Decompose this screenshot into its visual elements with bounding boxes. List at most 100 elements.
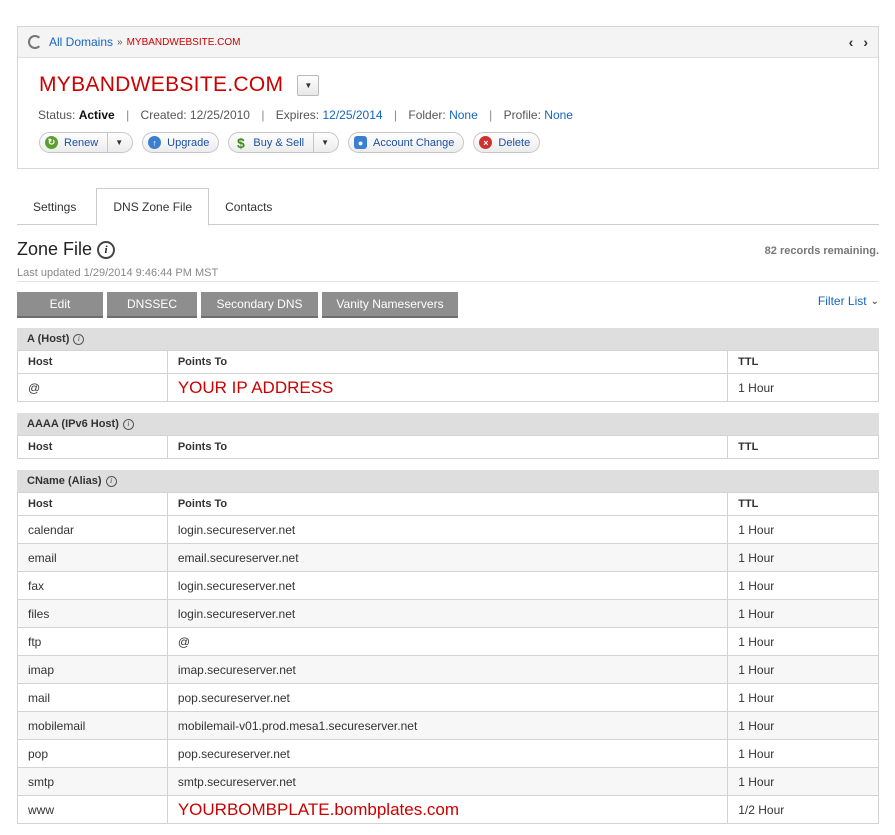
upgrade-label: Upgrade [167, 136, 210, 149]
edit-button[interactable]: Edit [17, 292, 103, 318]
breadcrumb-separator: » [117, 36, 123, 48]
column-header-points-to[interactable]: Points To [166, 435, 729, 459]
table-row[interactable]: fax login.secureserver.net 1 Hour [17, 571, 879, 600]
column-header-ttl[interactable]: TTL [727, 435, 879, 459]
delete-icon: × [479, 136, 493, 149]
domain-actions: ↻ Renew ▼ ↑ Upgrade $ Buy & Sell ▼ ● Acc… [18, 122, 878, 153]
section-header: CName (Alias) i [17, 470, 879, 492]
tab-dns-zone-file[interactable]: DNS Zone File [96, 188, 210, 226]
section-title: A (Host) [27, 333, 70, 345]
points-to-cell: pop.secureserver.net [166, 683, 729, 712]
ttl-cell: 1 Hour [727, 571, 879, 600]
secondary-dns-button[interactable]: Secondary DNS [201, 292, 318, 318]
host-cell: mobilemail [17, 711, 168, 740]
host-cell: mail [17, 683, 168, 712]
delete-label: Delete [498, 136, 531, 149]
points-to-cell: pop.secureserver.net [166, 739, 729, 768]
host-cell: www [17, 795, 168, 824]
table-row[interactable]: smtp smtp.secureserver.net 1 Hour [17, 767, 879, 796]
column-header-ttl[interactable]: TTL [727, 350, 879, 374]
info-icon[interactable]: i [122, 418, 134, 430]
points-to-cell: smtp.secureserver.net [166, 767, 729, 796]
column-header-host[interactable]: Host [17, 435, 168, 459]
info-icon[interactable]: i [97, 240, 116, 259]
zone-file-heading: Zone File i [17, 239, 116, 260]
page-title: Zone File [17, 239, 93, 259]
chevron-left-icon[interactable]: ‹ [849, 34, 854, 50]
host-cell: fax [17, 571, 168, 600]
renew-button[interactable]: ↻ Renew ▼ [39, 132, 134, 153]
ttl-cell: 1 Hour [727, 627, 879, 656]
section-aaaa-host: AAAA (IPv6 Host) i Host Points To TTL [17, 413, 879, 459]
section-header: AAAA (IPv6 Host) i [17, 413, 879, 435]
ttl-cell: 1 Hour [727, 711, 879, 740]
created-label: Created: [140, 108, 187, 122]
refresh-icon[interactable] [28, 35, 42, 49]
column-header-host[interactable]: Host [17, 350, 168, 374]
table-row[interactable]: mail pop.secureserver.net 1 Hour [17, 683, 879, 712]
profile-link[interactable]: None [544, 108, 573, 122]
domain-panel: All Domains » MYBANDWEBSITE.COM ‹ › MYBA… [17, 26, 879, 169]
ttl-cell: 1 Hour [727, 373, 879, 402]
table-row[interactable]: @ YOUR IP ADDRESS 1 Hour [17, 373, 879, 402]
folder-link[interactable]: None [449, 108, 478, 122]
status-value: Active [78, 108, 115, 122]
renew-label: Renew [64, 136, 99, 149]
table-row[interactable]: www YOURBOMBPLATE.bombplates.com 1/2 Hour [17, 795, 879, 824]
column-header-points-to[interactable]: Points To [166, 350, 729, 374]
info-icon[interactable]: i [105, 475, 117, 487]
profile-label: Profile: [503, 108, 541, 122]
info-icon[interactable]: i [73, 333, 85, 345]
tab-contacts[interactable]: Contacts [209, 188, 288, 225]
account-change-button[interactable]: ● Account Change [348, 132, 465, 153]
table-header-row: Host Points To TTL [17, 492, 879, 516]
buy-sell-button[interactable]: $ Buy & Sell ▼ [228, 132, 340, 153]
domain-title: MYBANDWEBSITE.COM [39, 73, 284, 96]
buy-sell-dropdown-icon[interactable]: ▼ [313, 133, 329, 152]
column-header-host[interactable]: Host [17, 492, 168, 516]
table-row[interactable]: files login.secureserver.net 1 Hour [17, 599, 879, 628]
points-to-cell: @ [166, 627, 729, 656]
column-header-points-to[interactable]: Points To [166, 492, 729, 516]
ttl-cell: 1 Hour [727, 767, 879, 796]
section-cname-alias: CName (Alias) i Host Points To TTL calen… [17, 470, 879, 824]
table-row[interactable]: ftp @1 Hour [17, 627, 879, 656]
column-header-ttl[interactable]: TTL [727, 492, 879, 516]
filter-list-button[interactable]: Filter List ⌄ [818, 294, 879, 308]
table-row[interactable]: imap imap.secureserver.net 1 Hour [17, 655, 879, 684]
points-to-cell: login.secureserver.net [166, 571, 729, 600]
tab-settings[interactable]: Settings [17, 188, 92, 225]
host-cell: pop [17, 739, 168, 768]
all-domains-link[interactable]: All Domains [49, 35, 113, 49]
table-row[interactable]: pop pop.secureserver.net 1 Hour [17, 739, 879, 768]
breadcrumb-current: MYBANDWEBSITE.COM [126, 36, 241, 48]
upgrade-button[interactable]: ↑ Upgrade [142, 132, 220, 153]
vanity-nameservers-button[interactable]: Vanity Nameservers [322, 292, 458, 318]
renew-dropdown-icon[interactable]: ▼ [107, 133, 123, 152]
ttl-cell: 1 Hour [727, 543, 879, 572]
section-a-host: A (Host) i Host Points To TTL @ YOUR IP … [17, 328, 879, 402]
dnssec-button[interactable]: DNSSEC [107, 292, 197, 318]
chevron-right-icon[interactable]: › [863, 34, 868, 50]
table-row[interactable]: mobilemail mobilemail-v01.prod.mesa1.secu… [17, 711, 879, 740]
cname-records-table: Host Points To TTL calendar login.secures… [17, 492, 879, 824]
table-row[interactable]: calendar login.secureserver.net 1 Hour [17, 515, 879, 544]
ttl-cell: 1 Hour [727, 683, 879, 712]
breadcrumb: All Domains » MYBANDWEBSITE.COM ‹ › [18, 27, 878, 58]
upgrade-icon: ↑ [148, 136, 162, 149]
points-to-cell: mobilemail-v01.prod.mesa1.secureserver.n… [166, 711, 729, 740]
domain-dropdown-button[interactable]: ▼ [297, 74, 320, 96]
table-row[interactable]: email email.secureserver.net 1 Hour [17, 543, 879, 572]
section-header: A (Host) i [17, 328, 879, 350]
account-change-label: Account Change [373, 136, 455, 149]
domain-nav: ‹ › [849, 34, 868, 50]
table-header-row: Host Points To TTL [17, 435, 879, 459]
zone-toolbar: Edit DNSSEC Secondary DNS Vanity Nameser… [17, 292, 458, 318]
caret-down-icon: ▼ [304, 80, 313, 90]
filter-list-label: Filter List [817, 294, 867, 308]
expires-label: Expires: [275, 108, 320, 122]
points-to-cell: login.secureserver.net [166, 515, 729, 544]
delete-button[interactable]: × Delete [473, 132, 541, 153]
expires-link[interactable]: 12/25/2014 [323, 108, 383, 122]
dollar-icon: $ [236, 134, 245, 151]
